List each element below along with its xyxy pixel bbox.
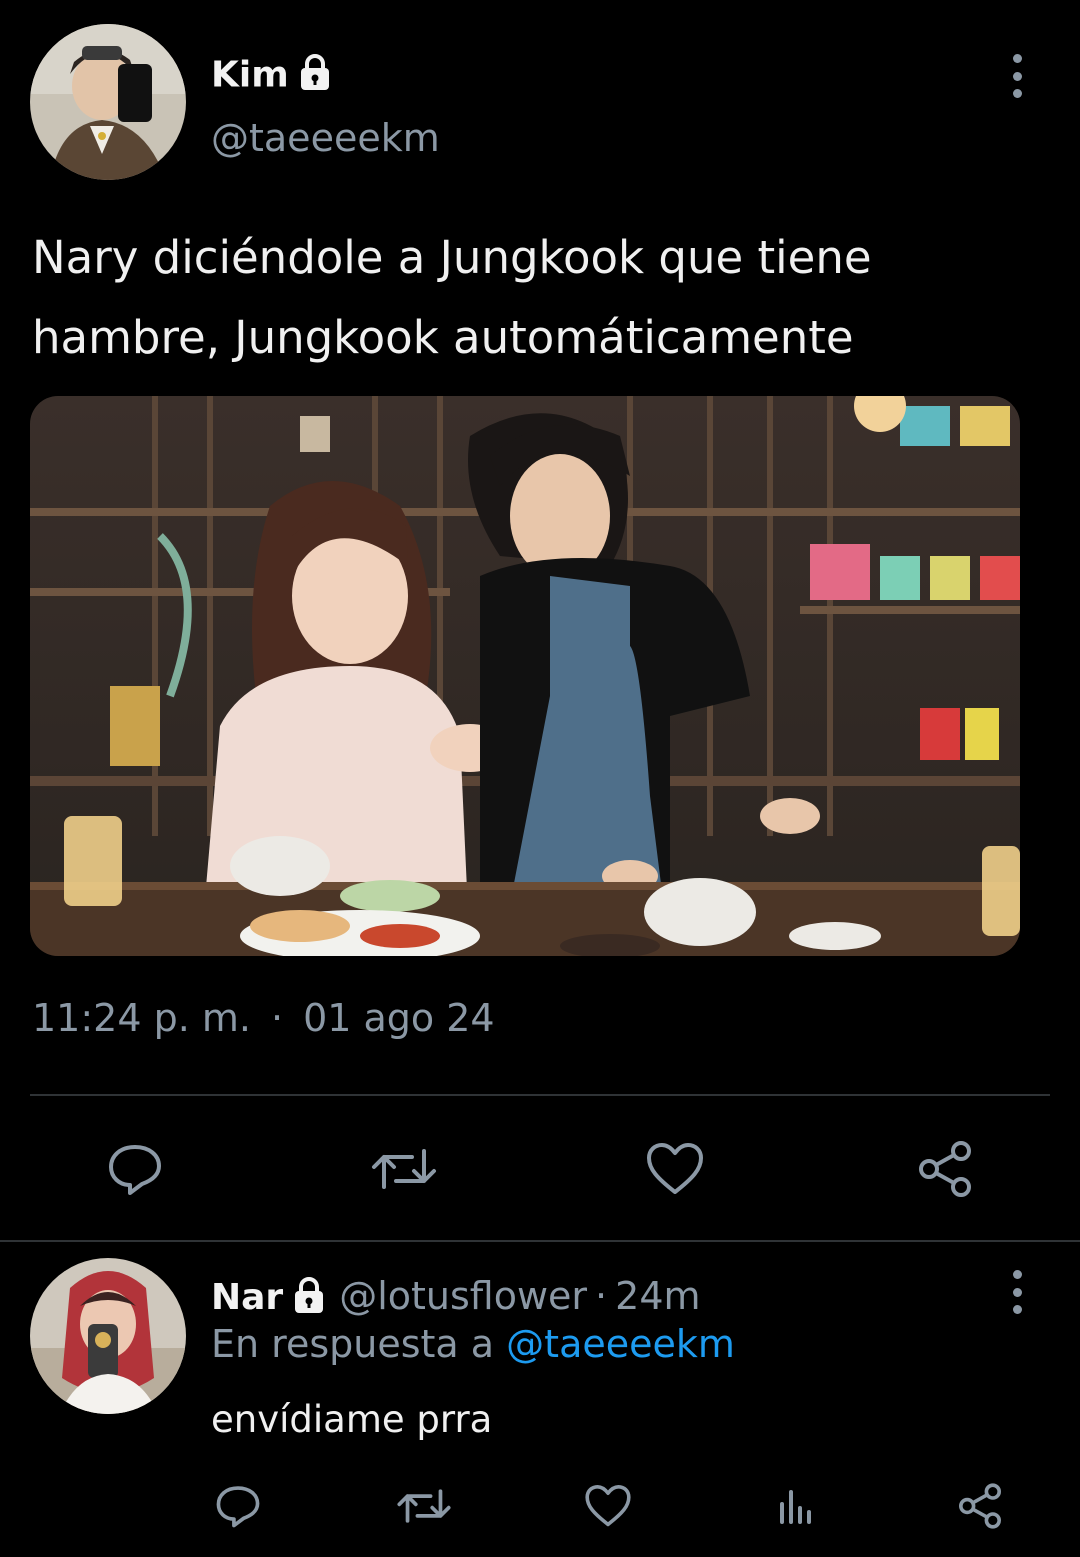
- retweet-button[interactable]: [368, 1134, 440, 1204]
- reply-author-handle[interactable]: @lotusflower: [339, 1274, 587, 1318]
- reply-retweet-button[interactable]: [394, 1478, 454, 1534]
- author-avatar[interactable]: [30, 24, 186, 180]
- reply-author-avatar[interactable]: [30, 1258, 186, 1414]
- share-button[interactable]: [910, 1134, 980, 1204]
- share-icon: [919, 1141, 971, 1197]
- more-options-icon[interactable]: [1007, 54, 1027, 98]
- reply-context: En respuesta a @taeeeekm: [211, 1322, 735, 1366]
- lock-icon: [289, 1275, 329, 1324]
- reply-share-button[interactable]: [952, 1478, 1008, 1534]
- tweet-time: 11:24 p. m.: [32, 996, 251, 1040]
- like-icon: [585, 1485, 631, 1527]
- separator-dot: ·: [270, 996, 284, 1040]
- reply-like-button[interactable]: [580, 1478, 636, 1534]
- tweet-media-image[interactable]: [30, 396, 1020, 956]
- reply-more-options-icon[interactable]: [1007, 1270, 1027, 1314]
- analytics-icon: [780, 1490, 811, 1524]
- share-icon: [959, 1483, 1001, 1529]
- tweet-date: 01 ago 24: [303, 996, 495, 1040]
- tweet-timestamp[interactable]: 11:24 p. m. · 01 ago 24: [32, 996, 495, 1040]
- tweet-text: Nary diciéndole a Jungkook que tiene ham…: [32, 231, 872, 364]
- lock-icon: [295, 52, 335, 101]
- retweet-icon: [397, 1489, 451, 1523]
- separator-dot: ·: [595, 1274, 608, 1318]
- author-handle[interactable]: @taeeeekm: [211, 116, 440, 160]
- reply-button[interactable]: [100, 1134, 170, 1204]
- reply-text: envídiame prra: [211, 1398, 493, 1441]
- author-name-label: Kim: [211, 54, 289, 96]
- reply-prefix: En respuesta a: [211, 1322, 495, 1366]
- reply-author-name-label: Nar: [211, 1277, 284, 1318]
- reply-icon: [109, 1145, 161, 1195]
- like-button[interactable]: [640, 1134, 710, 1204]
- reply-author-name[interactable]: Nar @lotusflower · 24m: [211, 1274, 701, 1324]
- reply-icon: [216, 1486, 260, 1528]
- author-name[interactable]: Kim: [211, 52, 335, 101]
- divider: [0, 1240, 1080, 1242]
- retweet-icon: [372, 1149, 436, 1189]
- like-icon: [647, 1143, 703, 1194]
- reply-time-ago[interactable]: 24m: [615, 1274, 700, 1318]
- reply-analytics-button[interactable]: [768, 1478, 824, 1534]
- reply-mention-link[interactable]: @taeeeekm: [506, 1322, 735, 1366]
- reply-reply-button[interactable]: [210, 1478, 266, 1534]
- divider: [30, 1094, 1050, 1096]
